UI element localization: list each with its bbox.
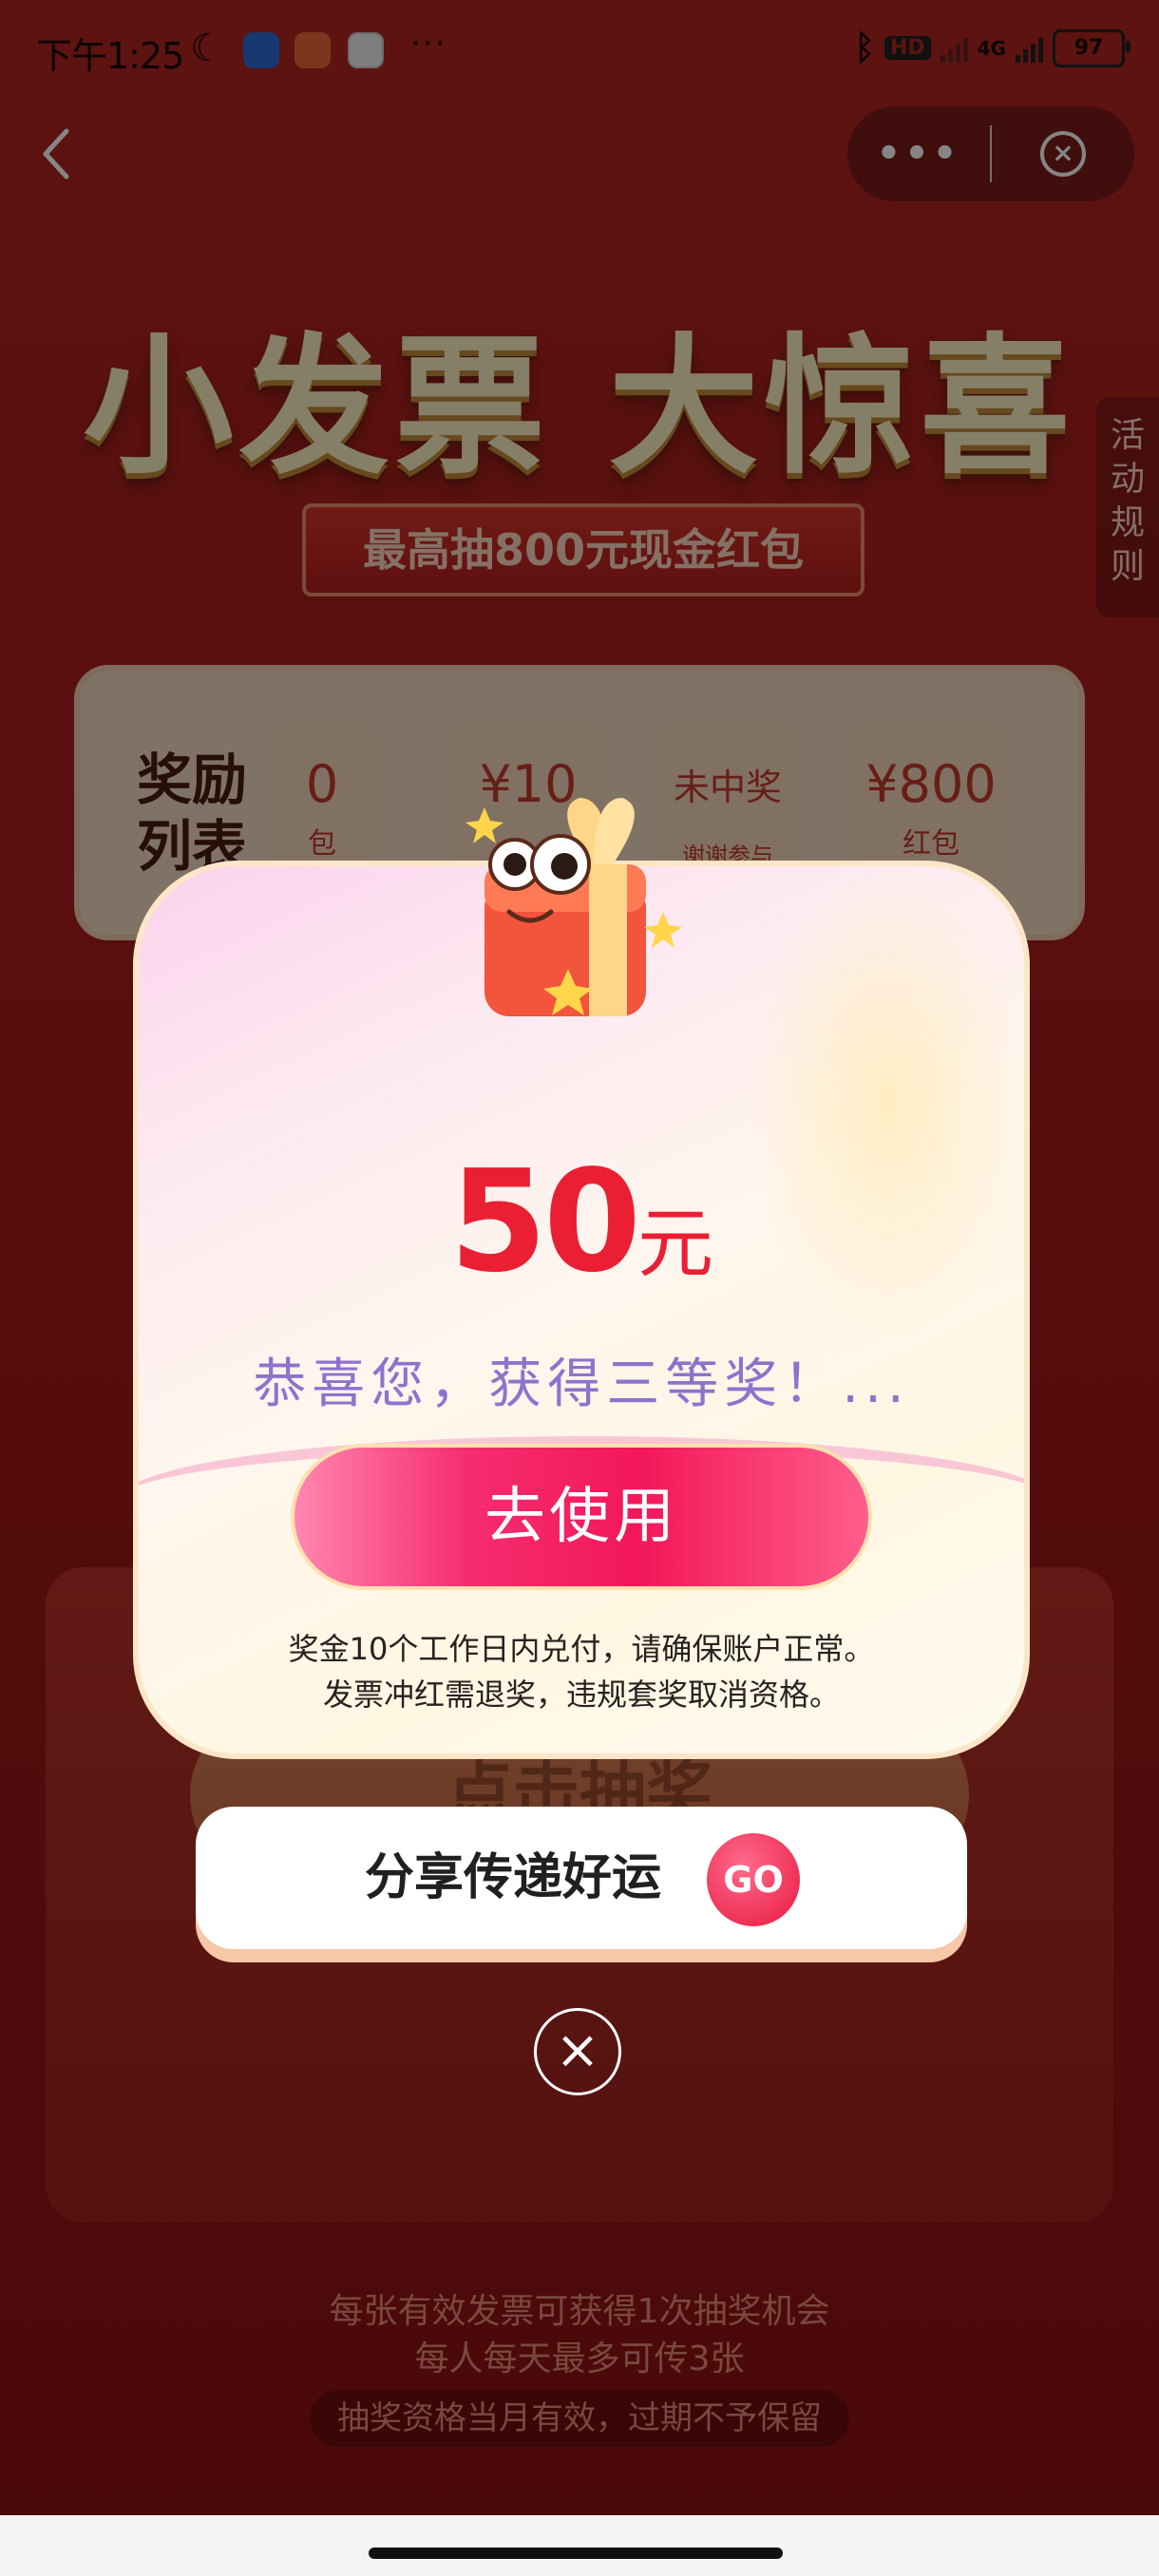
app-root: 下午1:25 ☾ ··· ᛒ HD 4G 97 ••• × 小发票 大惊喜 最高… bbox=[0, 0, 1159, 2576]
prize-amount-unit: 元 bbox=[636, 1200, 713, 1288]
congrats-text: 恭喜您，获得三等奖！... bbox=[253, 1354, 910, 1415]
share-card[interactable]: 分享传递好运 GO bbox=[196, 1807, 967, 1949]
go-button[interactable]: GO bbox=[707, 1833, 800, 1926]
prize-amount-number: 50 bbox=[449, 1140, 641, 1303]
prize-amount: 50元 bbox=[139, 1140, 1024, 1303]
close-icon: × bbox=[555, 2019, 600, 2081]
home-indicator[interactable] bbox=[369, 2548, 783, 2559]
bottom-bar bbox=[0, 2515, 1159, 2576]
modal-note-line1: 奖金10个工作日内兑付，请确保账户正常。 bbox=[288, 1631, 875, 1667]
gift-mascot-icon bbox=[466, 798, 682, 1016]
modal-note-line2: 发票冲红需退奖，违规套奖取消资格。 bbox=[322, 1676, 840, 1713]
modal-note: 奖金10个工作日内兑付，请确保账户正常。 发票冲红需退奖，违规套奖取消资格。 bbox=[139, 1626, 1024, 1717]
modal-close-button[interactable]: × bbox=[534, 2008, 621, 2095]
share-text: 分享传递好运 bbox=[365, 1849, 662, 1906]
use-button[interactable]: 去使用 bbox=[291, 1444, 872, 1590]
